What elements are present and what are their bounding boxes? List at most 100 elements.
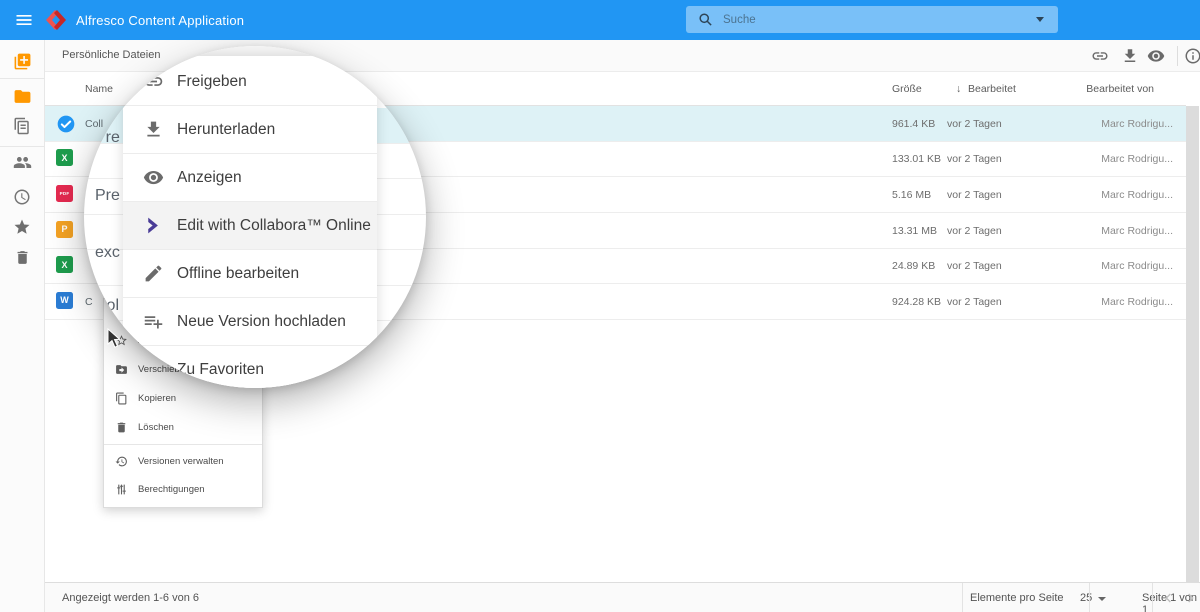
footer-divider — [962, 583, 963, 612]
file-name: C — [85, 296, 93, 308]
file-size: 133.01 KB — [892, 153, 941, 165]
file-modified: vor 2 Tagen — [947, 225, 1002, 237]
alfresco-logo-icon — [44, 8, 68, 32]
star-outline-icon — [143, 360, 164, 381]
previous-page-button[interactable] — [1161, 590, 1177, 606]
excel-file-icon: X — [56, 149, 73, 166]
magnified-filename-fragment: Pre — [95, 129, 120, 147]
powerpoint-file-icon: P — [56, 221, 73, 238]
range-label: Angezeigt werden 1-6 von 6 — [62, 592, 199, 604]
column-header-modified-by[interactable]: Bearbeitet von — [1086, 83, 1154, 95]
search-bar[interactable] — [686, 6, 1058, 33]
new-button[interactable] — [0, 46, 44, 76]
chevron-left-icon — [1161, 590, 1177, 606]
file-size: 24.89 KB — [892, 260, 935, 272]
people-icon — [13, 153, 32, 172]
menu-item-upload-new-version[interactable]: Neue Version hochladen — [123, 298, 377, 346]
info-icon — [1184, 47, 1200, 65]
share-link-button[interactable] — [1091, 47, 1109, 65]
eye-icon — [1147, 47, 1165, 65]
vertical-scrollbar[interactable] — [1186, 106, 1199, 582]
file-modified-by: Marc Rodrigu... — [1101, 118, 1173, 130]
sidebar-item-favorites[interactable] — [0, 212, 44, 242]
menu-item-delete[interactable]: Löschen — [104, 413, 262, 441]
link-icon — [1091, 47, 1109, 65]
history-icon — [115, 455, 128, 468]
pagination-footer: Angezeigt werden 1-6 von 6 Elemente pro … — [45, 582, 1200, 612]
sidebar-item-shared[interactable] — [0, 147, 44, 177]
upload-version-icon — [143, 311, 164, 332]
menu-item-manage-versions[interactable]: Versionen verwalten — [104, 447, 262, 475]
libraries-icon — [13, 117, 31, 135]
magnified-filename-fragment: Pre — [95, 187, 120, 205]
selected-check-icon[interactable] — [56, 114, 76, 134]
menu-item-favorite[interactable]: Zu Favoriten — [123, 346, 377, 388]
file-modified-by: Marc Rodrigu... — [1101, 153, 1173, 165]
sidebar-item-recent-files[interactable] — [0, 182, 44, 212]
app-header: Alfresco Content Application — [0, 0, 1200, 40]
menu-item-edit-collabora[interactable]: Edit with Collabora™ Online — [123, 202, 377, 250]
footer-divider — [1089, 583, 1090, 612]
pencil-icon — [143, 263, 164, 284]
word-file-icon: W — [56, 292, 73, 309]
sidebar-item-trash[interactable] — [0, 242, 44, 272]
next-page-button[interactable] — [1182, 590, 1198, 606]
file-modified: vor 2 Tagen — [947, 118, 1002, 130]
eye-icon — [143, 167, 164, 188]
sidebar-item-libraries[interactable] — [0, 111, 44, 141]
items-per-page-value[interactable]: 25 — [1080, 592, 1092, 604]
file-size: 5.16 MB — [892, 189, 931, 201]
menu-item-download[interactable]: Herunterladen — [123, 106, 377, 154]
menu-item-edit-offline[interactable]: Offline bearbeiten — [123, 250, 377, 298]
star-icon — [13, 218, 31, 236]
pdf-file-icon: PDF — [56, 185, 73, 202]
file-modified: vor 2 Tagen — [947, 153, 1002, 165]
search-input[interactable] — [723, 14, 1036, 26]
menu-item-view[interactable]: Anzeigen — [123, 154, 377, 202]
items-per-page-label: Elemente pro Seite — [970, 592, 1064, 604]
toolbar-divider — [1177, 46, 1178, 66]
link-icon — [143, 71, 164, 92]
per-page-caret-icon[interactable] — [1098, 597, 1106, 601]
file-size: 924.28 KB — [892, 296, 941, 308]
file-modified: vor 2 Tagen — [947, 296, 1002, 308]
file-modified: vor 2 Tagen — [947, 260, 1002, 272]
download-icon — [1121, 47, 1139, 65]
sidebar-divider — [0, 78, 44, 79]
menu-item-share[interactable]: Freigeben — [123, 58, 377, 106]
sidebar — [0, 40, 45, 612]
collabora-icon — [143, 215, 164, 236]
sliders-icon — [115, 483, 128, 496]
magnified-filename-fragment: Col — [95, 297, 119, 315]
mouse-cursor — [107, 328, 123, 355]
magnified-filename-fragment: exc — [95, 244, 120, 262]
column-header-modified[interactable]: Bearbeitet — [968, 83, 1016, 95]
download-icon — [143, 119, 164, 140]
alfresco-content-application: Alfresco Content Application — [0, 0, 1200, 612]
menu-divider — [104, 444, 262, 445]
folder-icon — [13, 87, 32, 106]
download-button[interactable] — [1121, 47, 1139, 65]
column-header-name[interactable]: Name — [85, 83, 113, 95]
file-modified-by: Marc Rodrigu... — [1101, 189, 1173, 201]
sort-descending-icon[interactable]: ↓ — [956, 83, 961, 95]
menu-item-copy[interactable]: Kopieren — [104, 384, 262, 412]
search-options-caret-icon[interactable] — [1036, 17, 1044, 22]
app-title: Alfresco Content Application — [76, 13, 244, 28]
column-header-size[interactable]: Größe — [892, 83, 922, 95]
clock-icon — [13, 188, 31, 206]
file-size: 13.31 MB — [892, 225, 937, 237]
view-button[interactable] — [1147, 47, 1165, 65]
file-modified: vor 2 Tagen — [947, 189, 1002, 201]
info-button[interactable] — [1184, 47, 1200, 65]
magnifier-bubble: Pre Pre exc Col Freigeben Herunterladen … — [84, 46, 426, 388]
copy-icon — [115, 392, 128, 405]
footer-divider — [1152, 583, 1153, 612]
trash-icon — [115, 421, 128, 434]
menu-item-permissions[interactable]: Berechtigungen — [104, 475, 262, 503]
trash-icon — [14, 249, 31, 266]
excel-file-icon: X — [56, 256, 73, 273]
file-size: 961.4 KB — [892, 118, 935, 130]
hamburger-menu-icon[interactable] — [12, 8, 36, 32]
sidebar-item-personal-files[interactable] — [0, 81, 44, 111]
